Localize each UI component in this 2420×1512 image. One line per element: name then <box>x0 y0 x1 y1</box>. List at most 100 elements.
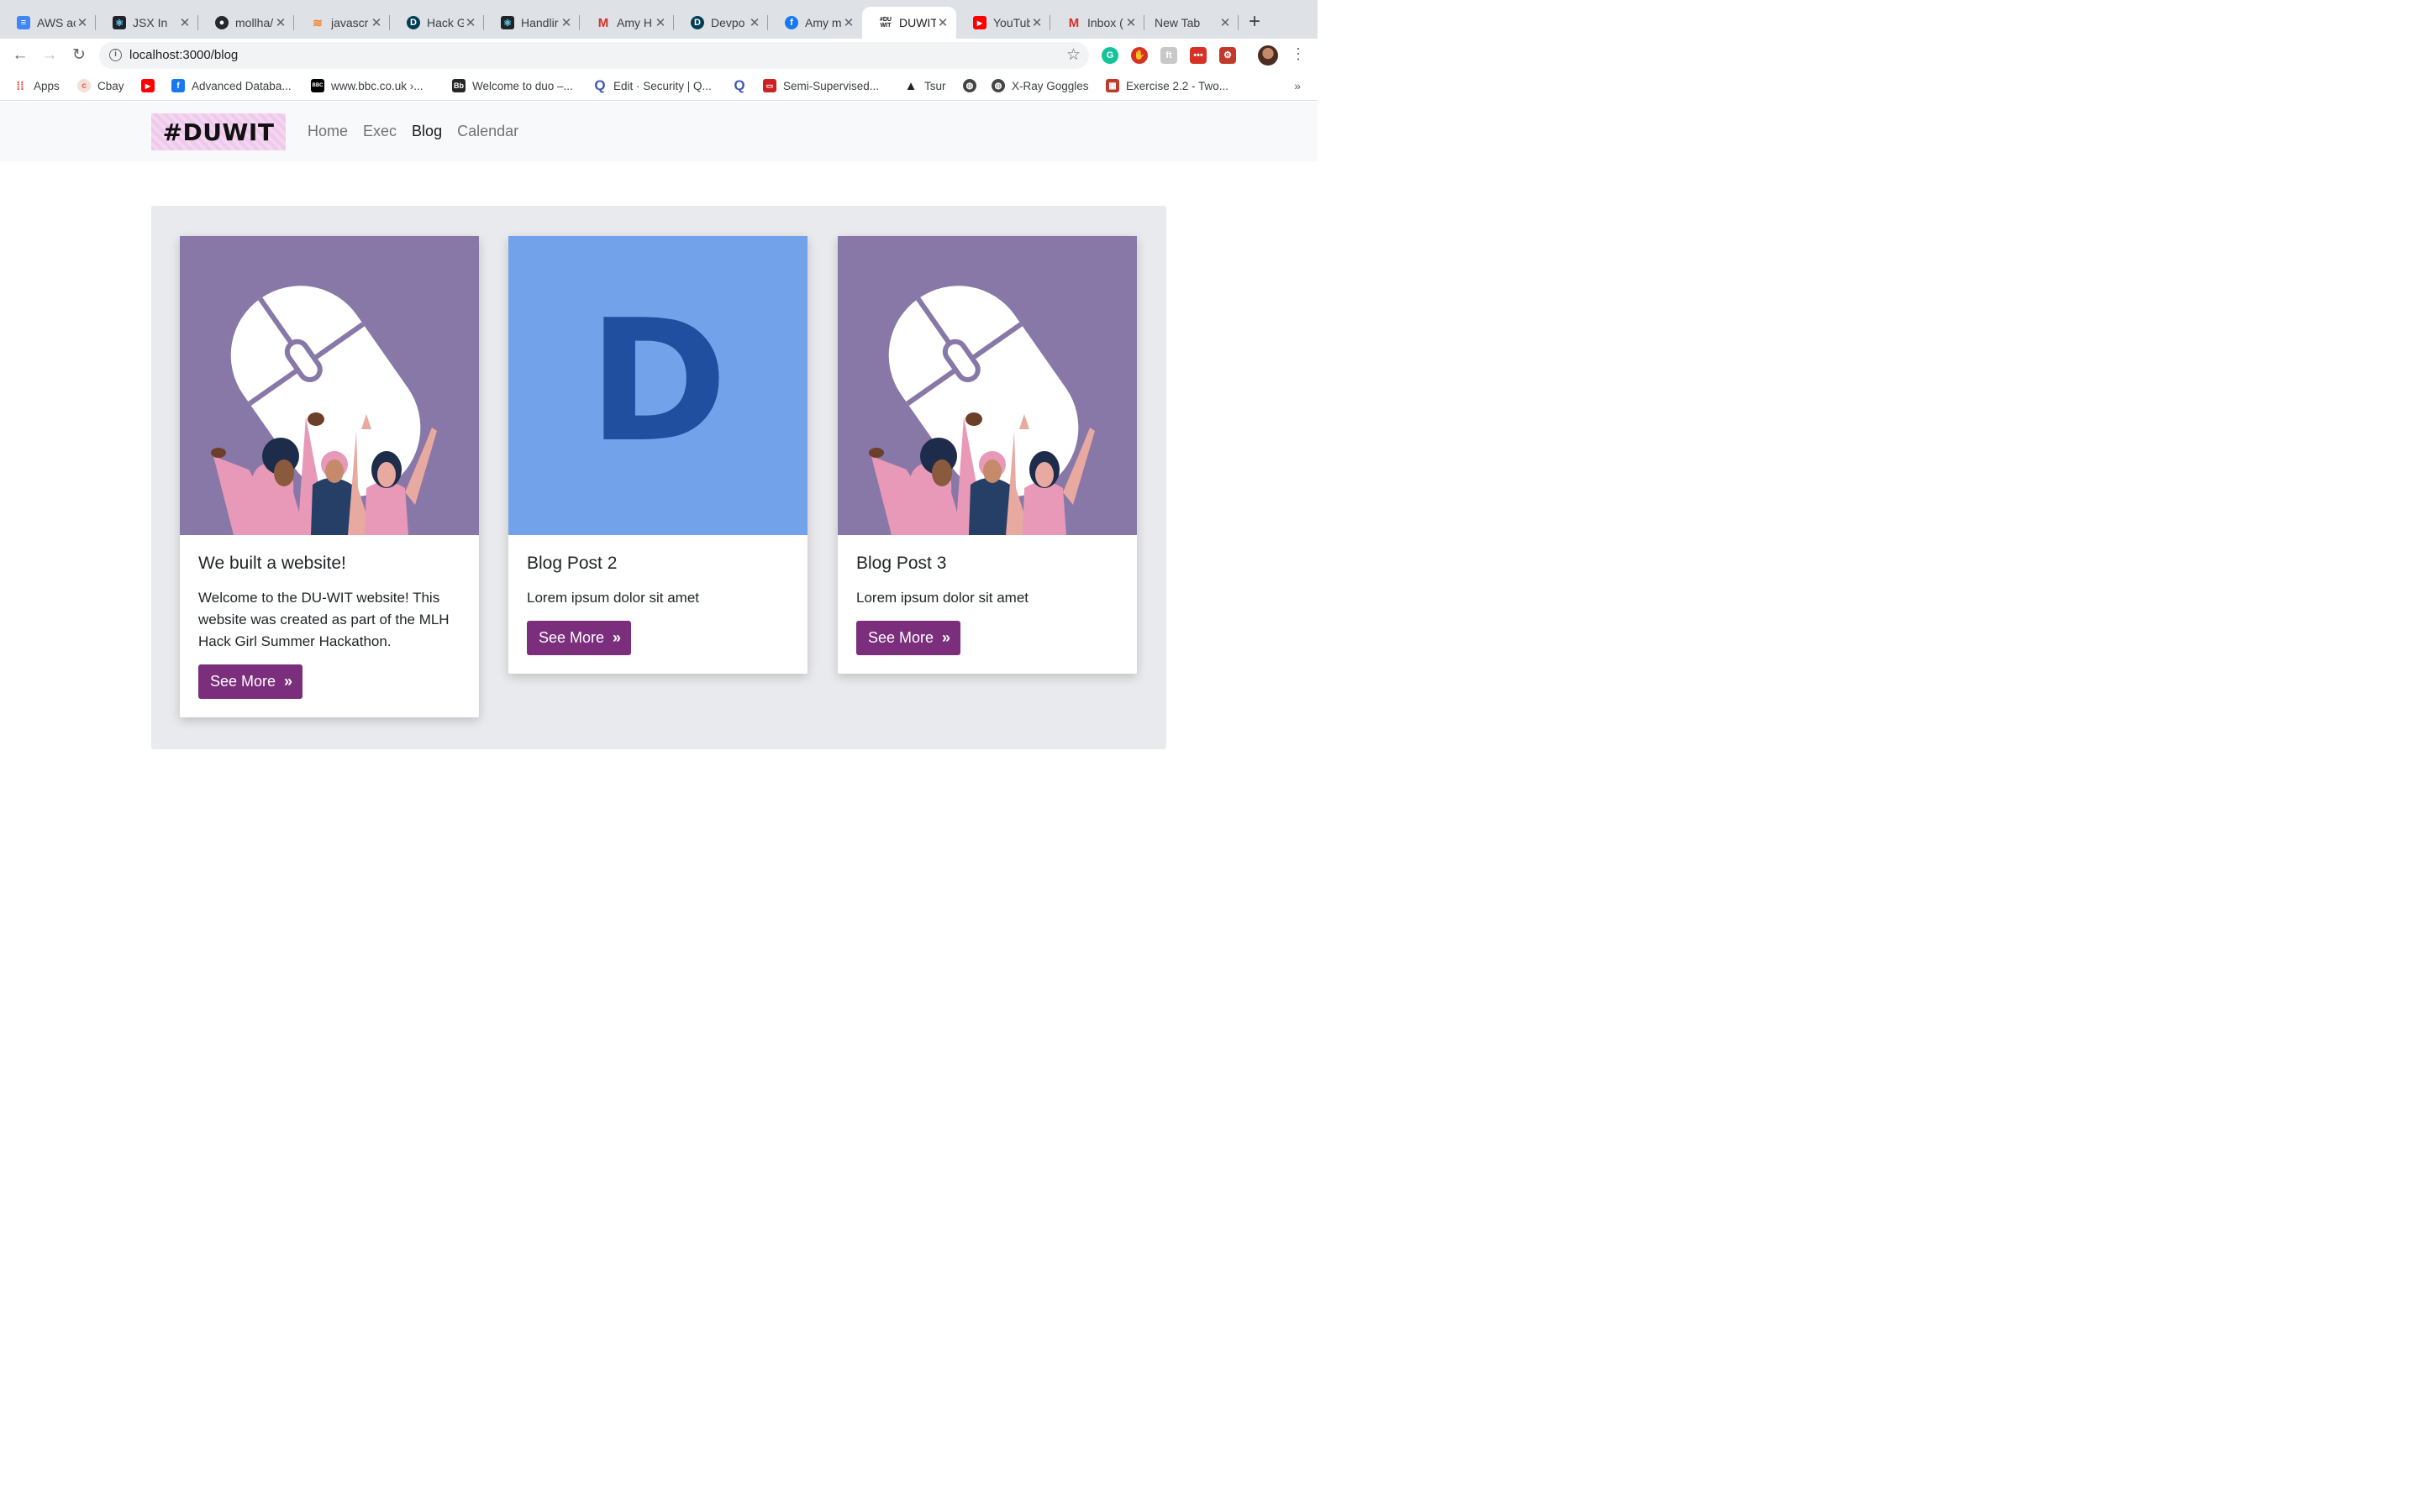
see-more-button[interactable]: See More » <box>527 621 632 655</box>
devpost-icon: D <box>407 16 420 29</box>
globe-icon: ◍ <box>992 79 1005 92</box>
browser-tab[interactable]: D Devpo ✕ <box>674 7 768 39</box>
browser-tab[interactable]: ▶ YouTub ✕ <box>956 7 1050 39</box>
duwit-logo[interactable]: #DUWIT <box>151 113 286 150</box>
browser-tab-active[interactable]: #DU WIT DUWIT ✕ <box>862 7 956 39</box>
bookmark-star-icon[interactable]: ☆ <box>1066 45 1081 65</box>
nav-link-home[interactable]: Home <box>308 123 348 140</box>
bookmark-cbay[interactable]: c Cbay <box>77 79 124 92</box>
bookmark-bbc[interactable]: BBC www.bbc.co.uk ›... <box>311 79 424 92</box>
see-more-button[interactable]: See More » <box>198 664 303 699</box>
card-text: Lorem ipsum dolor sit amet <box>856 590 1029 606</box>
close-icon[interactable]: ✕ <box>464 15 477 30</box>
address-bar[interactable]: i localhost:3000/blog ☆ <box>99 42 1089 69</box>
react-icon: ⚛ <box>501 16 514 29</box>
new-tab-plus-icon[interactable]: + <box>1249 12 1260 32</box>
close-icon[interactable]: ✕ <box>274 15 287 30</box>
close-icon[interactable]: ✕ <box>654 15 667 30</box>
see-more-button[interactable]: See More » <box>856 621 961 655</box>
tab-title: javascr <box>331 16 369 29</box>
bookmark-duo[interactable]: Bb Welcome to duo –... <box>452 79 573 92</box>
grammarly-extension-icon[interactable]: G <box>1102 47 1118 64</box>
tab-title: Amy H <box>617 16 652 29</box>
browser-tab-strip: ≡ AWS ac ✕ ⚛ JSX In ✕ ● mollha/ ✕ ≋ java… <box>0 0 1318 39</box>
browser-tab[interactable]: M Amy H ✕ <box>580 7 674 39</box>
blackboard-icon: Bb <box>452 79 466 92</box>
tab-title: Devpo <box>711 16 745 29</box>
bookmark-semi-supervised[interactable]: ▭ Semi-Supervised... <box>763 79 879 92</box>
browser-toolbar: ← → ↻ i localhost:3000/blog ☆ G ✋ ft •••… <box>0 39 1318 72</box>
adblock-extension-icon[interactable]: ✋ <box>1131 47 1148 64</box>
blog-card: We built a website! Welcome to the DU-WI… <box>180 236 479 717</box>
browser-tab[interactable]: M Inbox ( ✕ <box>1050 7 1144 39</box>
bookmark-globe[interactable]: ◍ <box>963 79 983 92</box>
browser-tab[interactable]: ≡ AWS ac ✕ <box>0 7 96 39</box>
info-icon[interactable]: i <box>109 49 122 61</box>
close-icon[interactable]: ✕ <box>1030 15 1044 30</box>
close-icon[interactable]: ✕ <box>1124 15 1138 30</box>
browser-tab[interactable]: ≋ javascr ✕ <box>294 7 390 39</box>
bookmark-youtube[interactable]: ▶ <box>141 79 161 92</box>
card-text: Lorem ipsum dolor sit amet <box>527 590 700 606</box>
globe-icon: ◍ <box>963 79 976 92</box>
bookmark-edit-security[interactable]: Q Edit · Security | Q... <box>593 77 711 93</box>
nav-link-blog[interactable]: Blog <box>412 123 442 140</box>
gmail-icon: M <box>1068 15 1080 30</box>
paper-icon: ▭ <box>763 79 776 92</box>
youtube-icon: ▶ <box>973 16 986 29</box>
bookmarks-overflow-chevron-icon[interactable]: » <box>1294 79 1301 92</box>
bookmark-exercise[interactable]: ▦ Exercise 2.2 - Two... <box>1106 79 1228 92</box>
forward-arrow-icon[interactable]: → <box>39 45 60 66</box>
tab-title: AWS ac <box>37 16 76 29</box>
extension-icon[interactable]: ••• <box>1190 47 1207 64</box>
tab-title: mollha/ <box>235 16 274 29</box>
close-icon[interactable]: ✕ <box>1218 15 1232 30</box>
devpost-icon: D <box>691 16 704 29</box>
tab-title: YouTub <box>993 16 1030 29</box>
browser-tab[interactable]: ⚛ JSX In ✕ <box>96 7 198 39</box>
browser-tab[interactable]: D Hack G ✕ <box>390 7 484 39</box>
letter-d-logo-text: D <box>587 284 728 480</box>
close-icon[interactable]: ✕ <box>748 15 761 30</box>
nav-link-calendar[interactable]: Calendar <box>457 123 518 140</box>
bookmark-tsur[interactable]: ▲ Tsur <box>904 78 946 93</box>
bookmark-quizlet[interactable]: Q <box>733 77 753 93</box>
tab-title: Inbox ( <box>1087 16 1123 29</box>
close-icon[interactable]: ✕ <box>178 15 192 30</box>
url-text[interactable]: localhost:3000/blog <box>129 48 238 62</box>
reload-icon[interactable]: ↻ <box>69 45 89 66</box>
browser-tab[interactable]: ● mollha/ ✕ <box>198 7 294 39</box>
bookmark-apps[interactable]: ⁞⁞ Apps <box>13 79 59 92</box>
extension-icon[interactable]: ft <box>1160 47 1177 64</box>
letter-d-logo: D <box>508 236 808 535</box>
browser-tab[interactable]: New Tab ✕ <box>1144 7 1239 39</box>
menu-kebab-icon[interactable]: ⋮ <box>1291 45 1306 63</box>
double-chevron-right-icon: » <box>284 673 292 690</box>
nav-link-exec[interactable]: Exec <box>363 123 397 140</box>
facebook-icon: f <box>785 16 798 29</box>
tab-title: JSX In <box>133 16 168 29</box>
exercise-icon: ▦ <box>1106 79 1119 92</box>
tab-title: Handlir <box>521 16 559 29</box>
tsur-icon: ▲ <box>904 78 918 93</box>
close-icon[interactable]: ✕ <box>76 15 89 30</box>
tab-title: New Tab <box>1155 16 1201 29</box>
quizlet-icon: Q <box>734 77 745 93</box>
card-title: Blog Post 2 <box>527 554 618 573</box>
close-icon[interactable]: ✕ <box>370 15 383 30</box>
youtube-icon: ▶ <box>141 79 155 92</box>
close-icon[interactable]: ✕ <box>936 15 950 30</box>
close-icon[interactable]: ✕ <box>560 15 573 30</box>
bbc-icon: BBC <box>311 79 324 92</box>
browser-tab[interactable]: f Amy m ✕ <box>768 7 862 39</box>
bookmark-xray-goggles[interactable]: ◍ X-Ray Goggles <box>992 79 1089 92</box>
bookmark-advanced-databases[interactable]: f Advanced Databa... <box>171 79 292 92</box>
close-icon[interactable]: ✕ <box>842 15 855 30</box>
extension-icon[interactable]: ⚙ <box>1219 47 1236 64</box>
profile-avatar[interactable] <box>1258 45 1278 66</box>
women-celebrating-mouse-illustration <box>838 236 1137 535</box>
back-arrow-icon[interactable]: ← <box>10 45 30 66</box>
browser-tab[interactable]: ⚛ Handlir ✕ <box>484 7 580 39</box>
duwit-icon: #DU WIT <box>879 16 892 29</box>
blog-card: D Blog Post 2 Lorem ipsum dolor sit amet… <box>508 236 808 674</box>
